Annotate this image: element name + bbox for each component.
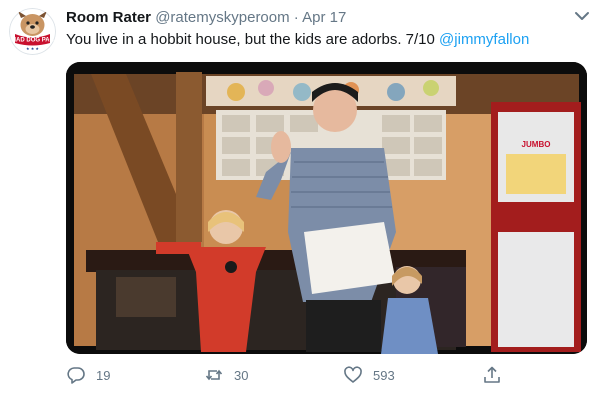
separator-dot: · [293,9,299,26]
video-still: JUMBO [66,62,587,354]
reply-icon [67,367,85,384]
retweet-count: 30 [234,367,249,383]
user-handle[interactable]: @ratemyskyperoom [155,9,289,26]
tweet-date[interactable]: Apr 17 [302,9,346,26]
share-button[interactable] [482,364,502,386]
mention-link[interactable]: @jimmyfallon [439,31,529,48]
tweet-body: You live in a hobbit house, but the kids… [66,31,435,48]
like-count: 593 [373,367,395,383]
retweet-button[interactable]: 30 [204,364,248,386]
tweet-text: You live in a hobbit house, but the kids… [66,31,529,48]
like-button[interactable]: 593 [343,364,395,386]
tweet-action-bar: 19 30 593 [66,364,586,388]
share-icon [484,366,500,383]
retweet-icon [205,369,223,381]
logo-stars: ★ ★ ★ [26,46,39,51]
avatar[interactable]: MAD DOG PAC ★ ★ ★ [9,8,56,55]
reply-button[interactable]: 19 [66,364,110,386]
tweet-media-image[interactable]: JUMBO [66,62,587,354]
logo-text: MAD DOG PAC [11,38,55,44]
display-name[interactable]: Room Rater [66,9,151,26]
heart-icon [344,366,362,383]
jumbo-sign: JUMBO [522,140,551,149]
chevron-down-icon[interactable] [572,8,592,24]
mad-dog-pac-logo: MAD DOG PAC ★ ★ ★ [9,8,56,55]
tweet-header: Room Rater @ratemyskyperoom · Apr 17 [66,9,346,26]
reply-count: 19 [96,367,111,383]
